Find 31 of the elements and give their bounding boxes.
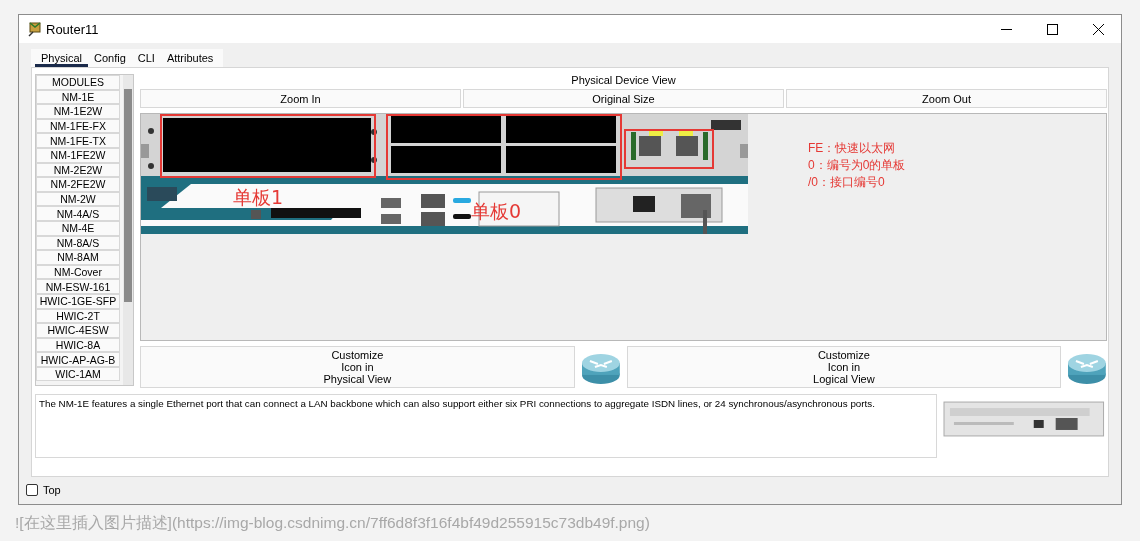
customize-icon-button[interactable]: Customize Icon in Physical View [140,346,575,388]
slot-label: 单板0 [471,200,522,222]
module-description: The NM-1E features a single Ethernet port that can connect a LAN backbone which can also support either six PRI connections to aggregate ISDN lines, or 24 synchronous/asynchronous ports. [35,394,938,458]
customize-icon-button[interactable]: Customize Icon in Logical View [626,346,1062,388]
tab[interactable]: Config [87,49,132,67]
module-item[interactable]: NM-ESW-161 [36,279,120,294]
tab[interactable]: CLI [131,49,161,67]
module-item[interactable]: NM-2FE2W [36,177,120,192]
module-item[interactable]: NM-8AM [36,250,120,265]
view-title: Physical Device View [570,73,677,88]
slot-label: 单板1 [233,186,284,208]
window-title: Router11 [46,21,100,37]
module-item[interactable]: HWIC-AP-AG-B [36,352,120,367]
app-icon [27,21,41,37]
annotation-text: /0：接口编号0 [808,174,886,191]
module-item[interactable]: NM-1E2W [36,104,120,119]
checkbox-label: Top [43,484,61,496]
module-item[interactable]: HWIC-4ESW [36,323,120,338]
list-header: MODULES [36,75,120,90]
close-icon [1092,23,1104,35]
annotation-text: FE：快速以太网 [808,140,897,157]
module-item[interactable]: NM-1FE-TX [36,133,120,148]
zoom-button[interactable]: Zoom In [140,89,461,108]
zoom-button[interactable]: Zoom Out [786,89,1107,108]
tab[interactable]: Attributes [160,49,220,67]
annotation-text: 0：编号为0的单板 [808,157,906,174]
checkbox[interactable] [26,484,38,496]
scrollbar-thumb[interactable] [124,89,132,302]
maximize-icon [1046,23,1058,35]
module-item[interactable]: NM-4A/S [36,206,120,221]
zoom-button[interactable]: Original Size [463,89,784,108]
